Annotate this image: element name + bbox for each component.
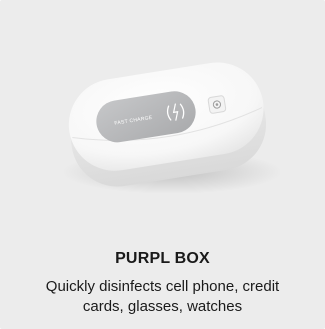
product-description: Quickly disinfects cell phone, credit ca… — [45, 278, 280, 315]
product-card[interactable]: FAST CHARGE PURPL BOX Quickly disinfects… — [0, 0, 325, 329]
product-title[interactable]: PURPL BOX — [0, 250, 325, 268]
product-image[interactable]: FAST CHARGE — [0, 0, 325, 235]
power-button-icon[interactable] — [207, 95, 227, 114]
